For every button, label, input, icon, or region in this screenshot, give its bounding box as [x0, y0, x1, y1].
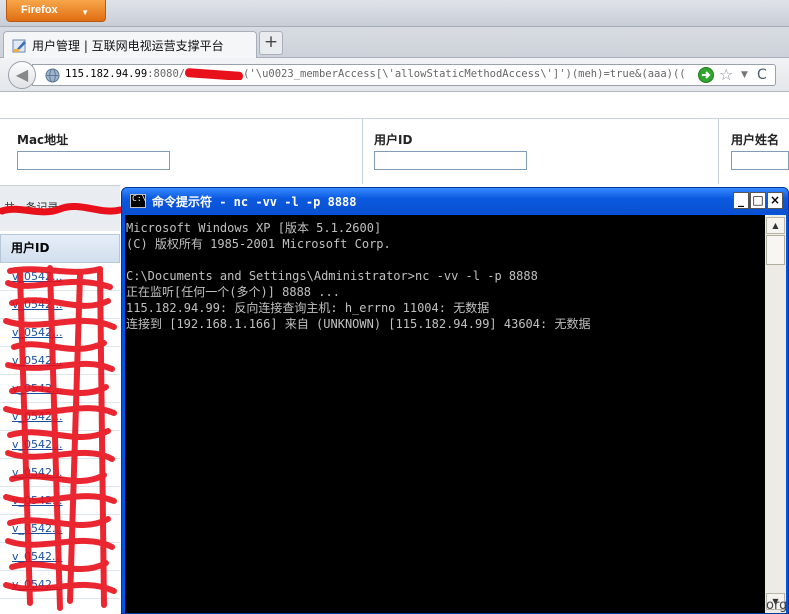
user-id-link[interactable]: v_0542... [12, 410, 63, 423]
console-icon: C:\ [130, 194, 146, 208]
table-row: v_0542... [0, 291, 120, 319]
console-line: 115.182.94.99: 反向连接查询主机: h_errno 11004: … [126, 301, 490, 315]
table-row: v_0542... [0, 319, 120, 347]
divider [0, 118, 789, 119]
user-id-link[interactable]: v_0542... [12, 522, 63, 535]
table-row: v_0542... [0, 431, 120, 459]
navigation-bar: 115.182.94.99:8080/ ('\u0023_memberAccess… [0, 58, 789, 92]
command-prompt-window[interactable]: C:\ 命令提示符 - nc -vv -l -p 8888 _ □ × Micr… [121, 187, 789, 614]
column-header-user-id[interactable]: 用户ID [0, 234, 120, 263]
back-button[interactable]: ◀ [8, 61, 36, 89]
mac-address-input[interactable] [17, 151, 170, 170]
console-line: 连接到 [192.168.1.166] 来自 (UNKNOWN) [115.18… [126, 317, 591, 331]
table-row: v_0542... [0, 515, 120, 543]
table-row: v_0542... [0, 263, 120, 291]
close-button[interactable]: × [767, 192, 783, 209]
table-row: v_0542... [0, 403, 120, 431]
filter-label-user-name: 用户姓名 [731, 133, 780, 147]
user-id-link[interactable]: v_0542... [12, 494, 63, 507]
table-row: v_0542... [0, 487, 120, 515]
page-favicon-icon [12, 39, 26, 53]
firefox-menu-button[interactable]: Firefox ▼ [6, 0, 106, 22]
minimize-button[interactable]: _ [733, 192, 749, 209]
user-id-link[interactable]: v_0542... [12, 382, 63, 395]
tab-title: 用户管理 | 互联网电视运营支撑平台 [32, 39, 224, 53]
page-corner-text: org [766, 598, 788, 613]
console-scrollbar[interactable]: ▲ ▼ [765, 215, 786, 613]
cmd-window-title: 命令提示符 - nc -vv -l -p 8888 [152, 195, 357, 209]
user-id-link[interactable]: v_0542... [12, 550, 63, 563]
table-row: v_0542... [0, 375, 120, 403]
console-line: Microsoft Windows XP [版本 5.1.2600] [126, 221, 382, 235]
url-bar[interactable]: 115.182.94.99:8080/ ('\u0023_memberAccess… [32, 64, 776, 86]
globe-icon [45, 68, 60, 83]
tab-user-management[interactable]: 用户管理 | 互联网电视运营支撑平台 × [3, 31, 275, 58]
table-row: v_0542... [0, 571, 120, 599]
result-summary-bar: 共...条记录, [0, 185, 120, 231]
console-line: C:\Documents and Settings\Administrator>… [126, 269, 538, 283]
redaction-scribble [184, 68, 244, 80]
console-line: 正在监听[任何一个(多个)] 8888 ... [126, 285, 340, 299]
url-port-path: :8080/ [147, 68, 186, 80]
user-id-link[interactable]: v_0542... [12, 270, 63, 283]
user-id-link[interactable]: v_0542... [12, 354, 63, 367]
scroll-thumb[interactable] [766, 235, 785, 265]
user-id-link[interactable]: v_0542... [12, 466, 63, 479]
console-line: (C) 版权所有 1985-2001 Microsoft Corp. [126, 237, 391, 251]
firefox-menu-label: Firefox [21, 4, 58, 16]
user-id-input[interactable] [374, 151, 527, 170]
back-arrow-icon: ◀ [15, 65, 29, 84]
cmd-titlebar[interactable]: C:\ 命令提示符 - nc -vv -l -p 8888 _ □ × [122, 188, 788, 214]
divider [718, 119, 719, 184]
browser-titlebar: Firefox ▼ [0, 0, 789, 27]
table-row: v_0542... [0, 543, 120, 571]
divider [362, 119, 363, 184]
url-params: ('\u0023_memberAccess[\'allowStaticMetho… [243, 68, 685, 80]
url-text[interactable]: 115.182.94.99:8080/ ('\u0023_memberAccess… [65, 68, 685, 80]
dropdown-icon[interactable]: ▼ [741, 67, 748, 83]
maximize-button[interactable]: □ [750, 192, 766, 209]
user-name-input[interactable] [731, 151, 789, 170]
tab-strip: 用户管理 | 互联网电视运营支撑平台 × + [0, 27, 789, 58]
reload-icon[interactable]: C [757, 66, 767, 84]
new-tab-button[interactable]: + [259, 31, 283, 55]
url-host: 115.182.94.99 [65, 68, 148, 80]
console-icon-text: C:\ [132, 194, 147, 203]
user-id-link[interactable]: v_0542... [12, 578, 63, 591]
result-count-text: 共...条记录, [4, 201, 62, 214]
filter-label-user-id: 用户ID [374, 133, 413, 147]
chevron-down-icon: ▼ [81, 8, 89, 17]
filter-label-mac: Mac地址 [17, 133, 69, 147]
user-id-link[interactable]: v_0542... [12, 326, 63, 339]
scroll-up-icon[interactable]: ▲ [766, 217, 785, 234]
console-output[interactable]: Microsoft Windows XP [版本 5.1.2600] (C) 版… [125, 215, 765, 613]
table-row: v_0542... [0, 459, 120, 487]
table-row: v_0542... [0, 347, 120, 375]
star-icon[interactable]: ☆ [719, 65, 733, 84]
user-id-link[interactable]: v_0542... [12, 438, 63, 451]
go-arrow-icon[interactable] [698, 67, 714, 83]
user-id-link[interactable]: v_0542... [12, 298, 63, 311]
